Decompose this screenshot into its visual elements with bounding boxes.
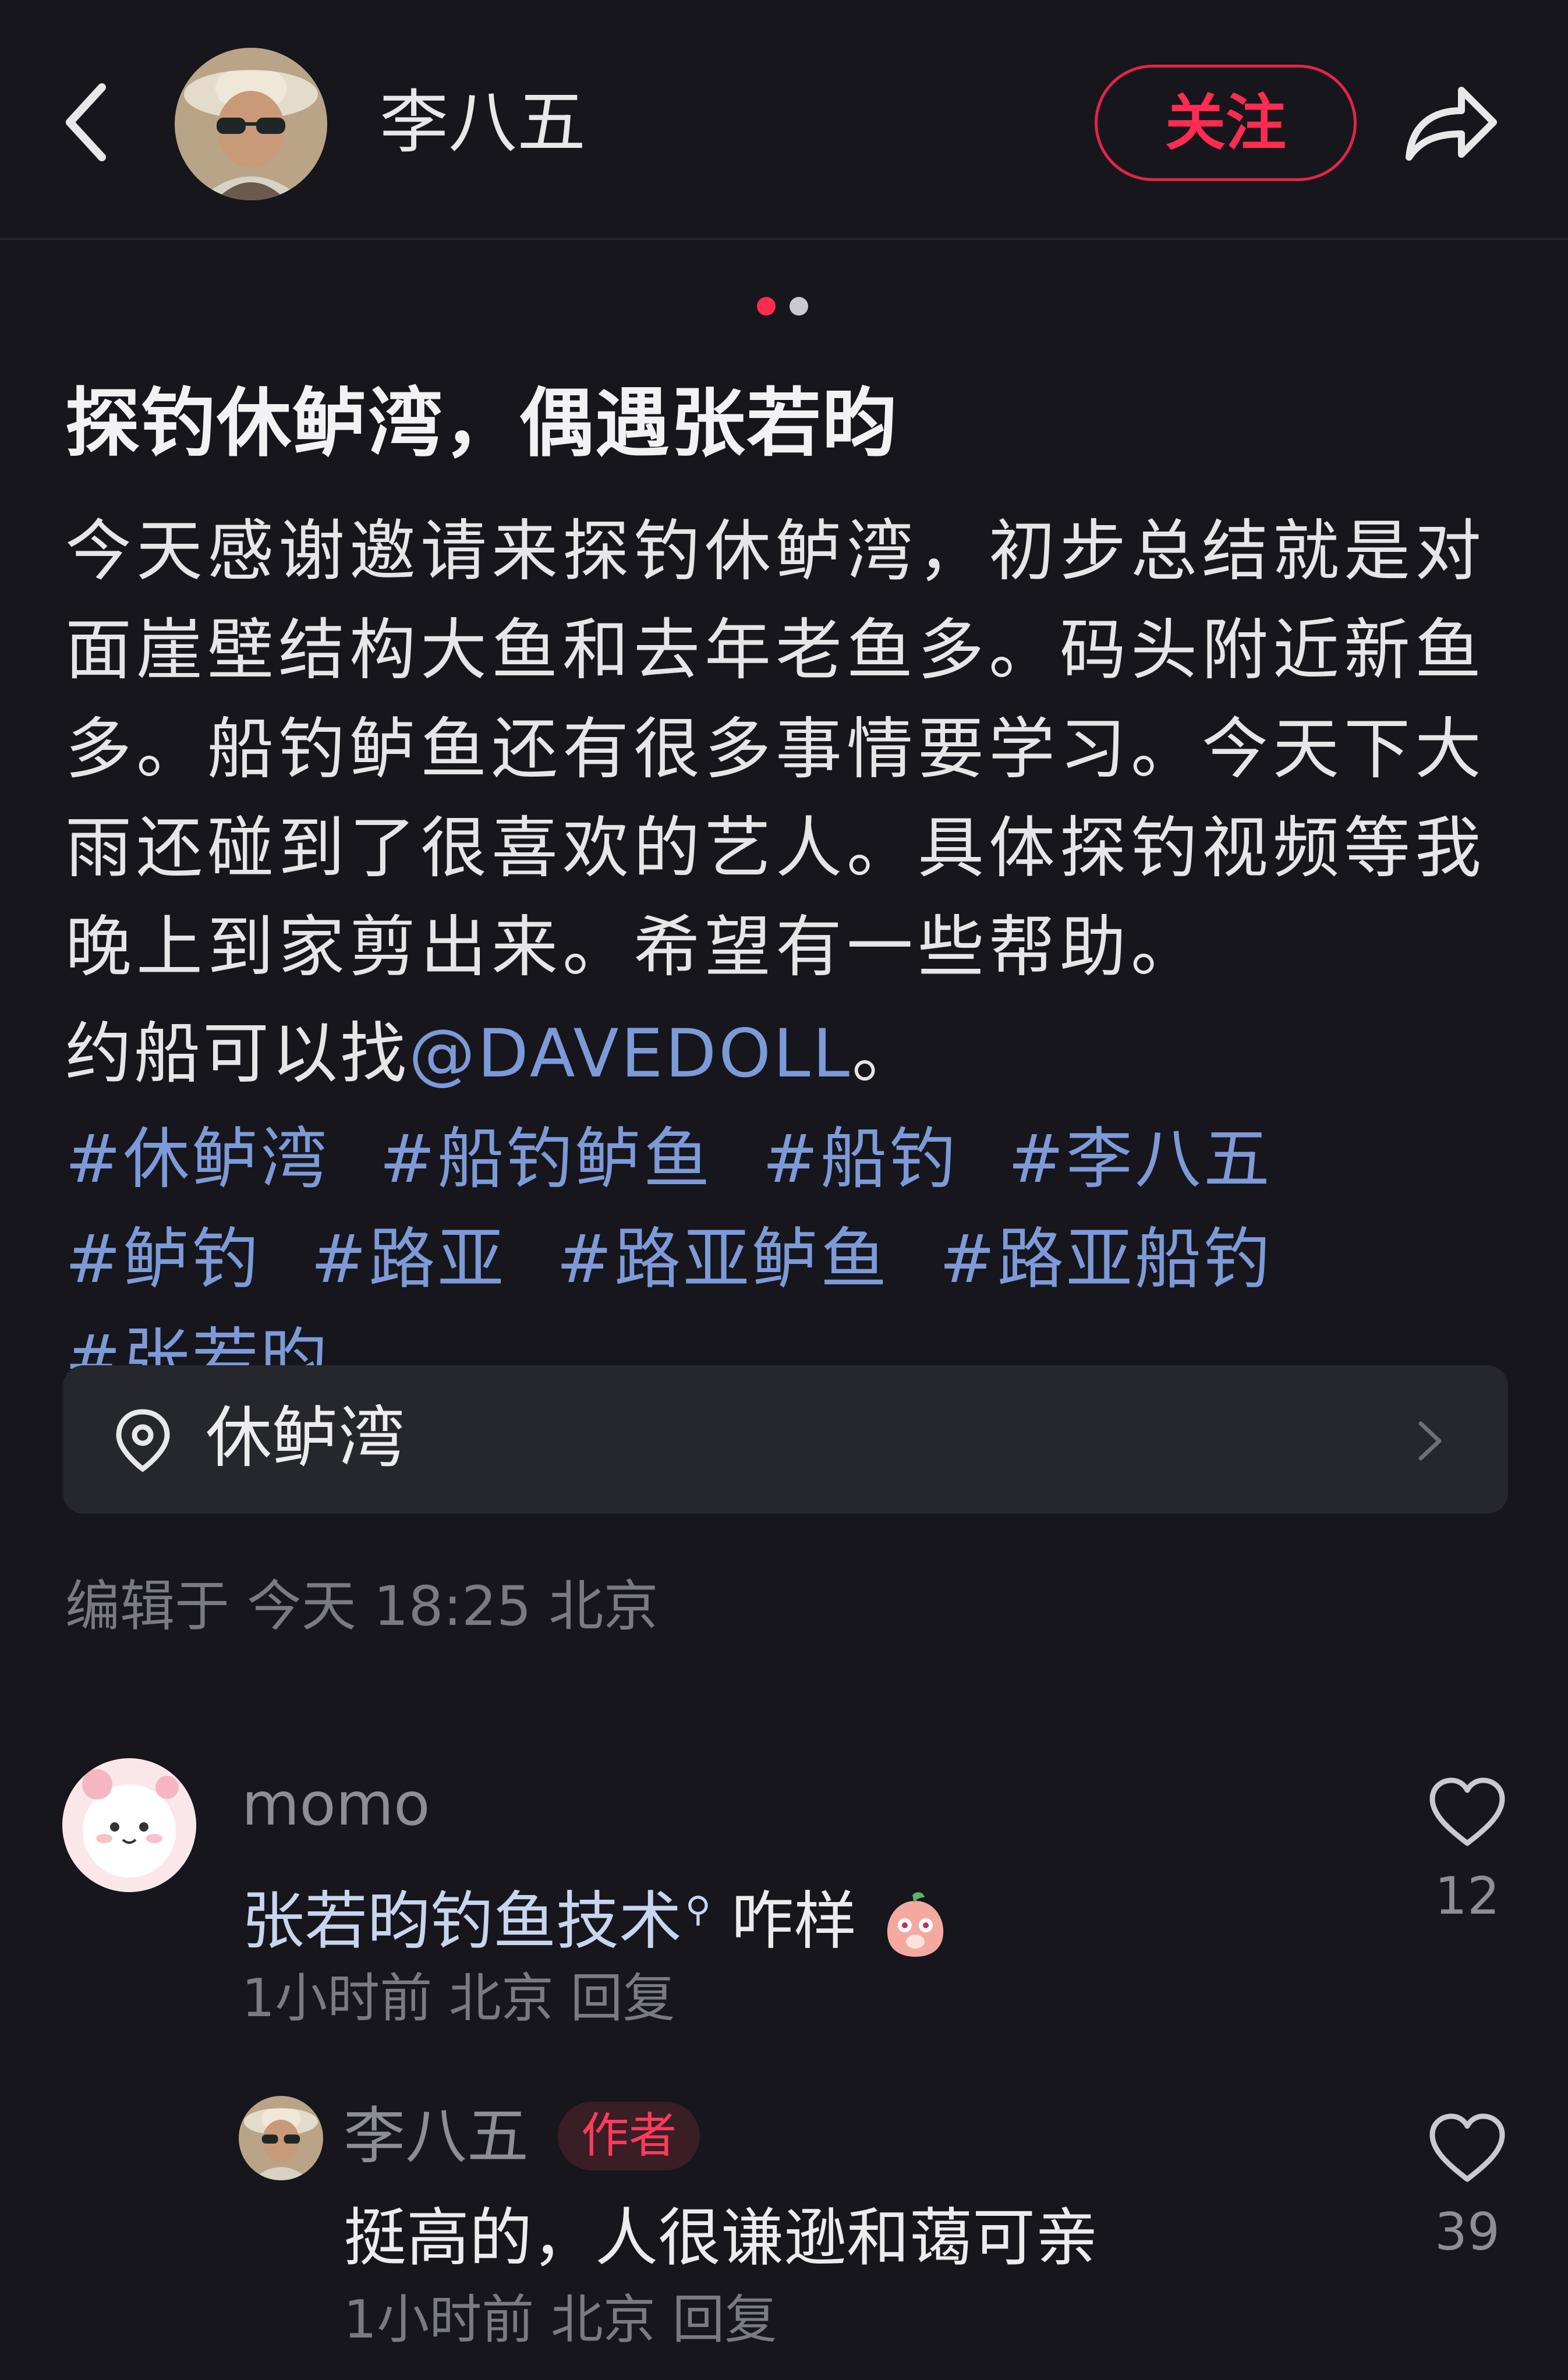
- tag[interactable]: #船钓: [763, 1120, 958, 1198]
- search-icon: ⚲: [685, 1889, 711, 1930]
- like-count: 12: [1435, 1866, 1500, 1926]
- post-body: 今天感谢邀请来探钓休鲈湾，初步总结就是对面崖壁结构大鱼和去年老鱼多。码头附近新鱼…: [65, 512, 1486, 986]
- comment-reply-item: 李八五 作者 挺高的，人很谦逊和蔼可亲 1小时前 北京 回复 39: [0, 2090, 1568, 2370]
- top-bar: 李八五 关注: [0, 0, 1568, 240]
- tag[interactable]: #路亚鲈鱼: [557, 1220, 890, 1298]
- comment-text-suffix: 咋样: [710, 1885, 857, 1958]
- carousel-dot-active[interactable]: [757, 297, 776, 316]
- heart-icon: [1429, 1777, 1505, 1846]
- blushing-emoji-icon: [887, 1892, 943, 1957]
- comment-meta[interactable]: 1小时前 北京 回复: [344, 2288, 777, 2352]
- carousel-dot[interactable]: [790, 297, 808, 316]
- comment-text: 挺高的，人很谦逊和蔼可亲: [344, 2202, 1099, 2275]
- author-avatar[interactable]: [175, 48, 327, 200]
- tag[interactable]: #船钓鲈鱼: [380, 1120, 713, 1198]
- avatar[interactable]: [239, 2096, 323, 2180]
- author-name[interactable]: 李八五: [380, 82, 586, 163]
- tag[interactable]: #李八五: [1008, 1120, 1272, 1198]
- comment-text: 张若昀钓鱼技术 ⚲ 咋样: [242, 1869, 950, 1963]
- like-count: 39: [1435, 2202, 1500, 2262]
- mention-link[interactable]: @DAVEDOLL: [409, 1015, 852, 1092]
- location-name: 休鲈湾: [206, 1399, 405, 1476]
- tag[interactable]: #鲈钓: [65, 1220, 261, 1298]
- post-boat-line: 约船可以找@DAVEDOLL。: [65, 1004, 1521, 1103]
- back-button[interactable]: [55, 76, 119, 169]
- tag[interactable]: #休鲈湾: [65, 1120, 330, 1198]
- chevron-right-icon: [1418, 1421, 1442, 1461]
- follow-button[interactable]: 关注: [1095, 65, 1357, 181]
- comment-meta[interactable]: 1小时前 北京 回复: [242, 1967, 675, 2031]
- author-badge: 作者: [558, 2102, 700, 2170]
- tag-list: #休鲈湾 #船钓鲈鱼 #船钓 #李八五 #鲈钓 #路亚 #路亚鲈鱼 #路亚船钓 …: [65, 1109, 1521, 1409]
- comment-search-link[interactable]: 张若昀钓鱼技术: [242, 1885, 682, 1958]
- edited-timestamp: 编辑于 今天 18:25 北京: [65, 1575, 659, 1638]
- share-button[interactable]: [1397, 76, 1502, 169]
- comment-username[interactable]: momo: [242, 1770, 430, 1840]
- back-arrow-icon: [66, 83, 106, 161]
- avatar[interactable]: [62, 1758, 196, 1892]
- tag[interactable]: #路亚: [311, 1220, 507, 1298]
- boat-prefix: 约船可以找: [65, 1015, 409, 1092]
- post-title: 探钓休鲈湾，偶遇张若昀: [65, 380, 898, 467]
- tag[interactable]: #路亚船钓: [939, 1220, 1272, 1298]
- carousel-indicator: [757, 297, 808, 316]
- location-card[interactable]: 休鲈湾: [63, 1365, 1508, 1514]
- comment-username[interactable]: 李八五: [344, 2102, 529, 2172]
- share-icon: [1406, 87, 1497, 161]
- like-button[interactable]: 12: [1427, 1775, 1508, 1928]
- heart-icon: [1429, 2113, 1505, 2182]
- location-pin-icon: [116, 1409, 170, 1472]
- boat-suffix: 。: [852, 1015, 921, 1092]
- like-button[interactable]: 39: [1427, 2110, 1508, 2264]
- comment-item: momo 张若昀钓鱼技术 ⚲ 咋样 1小时前 北京 回复 12: [0, 1758, 1568, 2049]
